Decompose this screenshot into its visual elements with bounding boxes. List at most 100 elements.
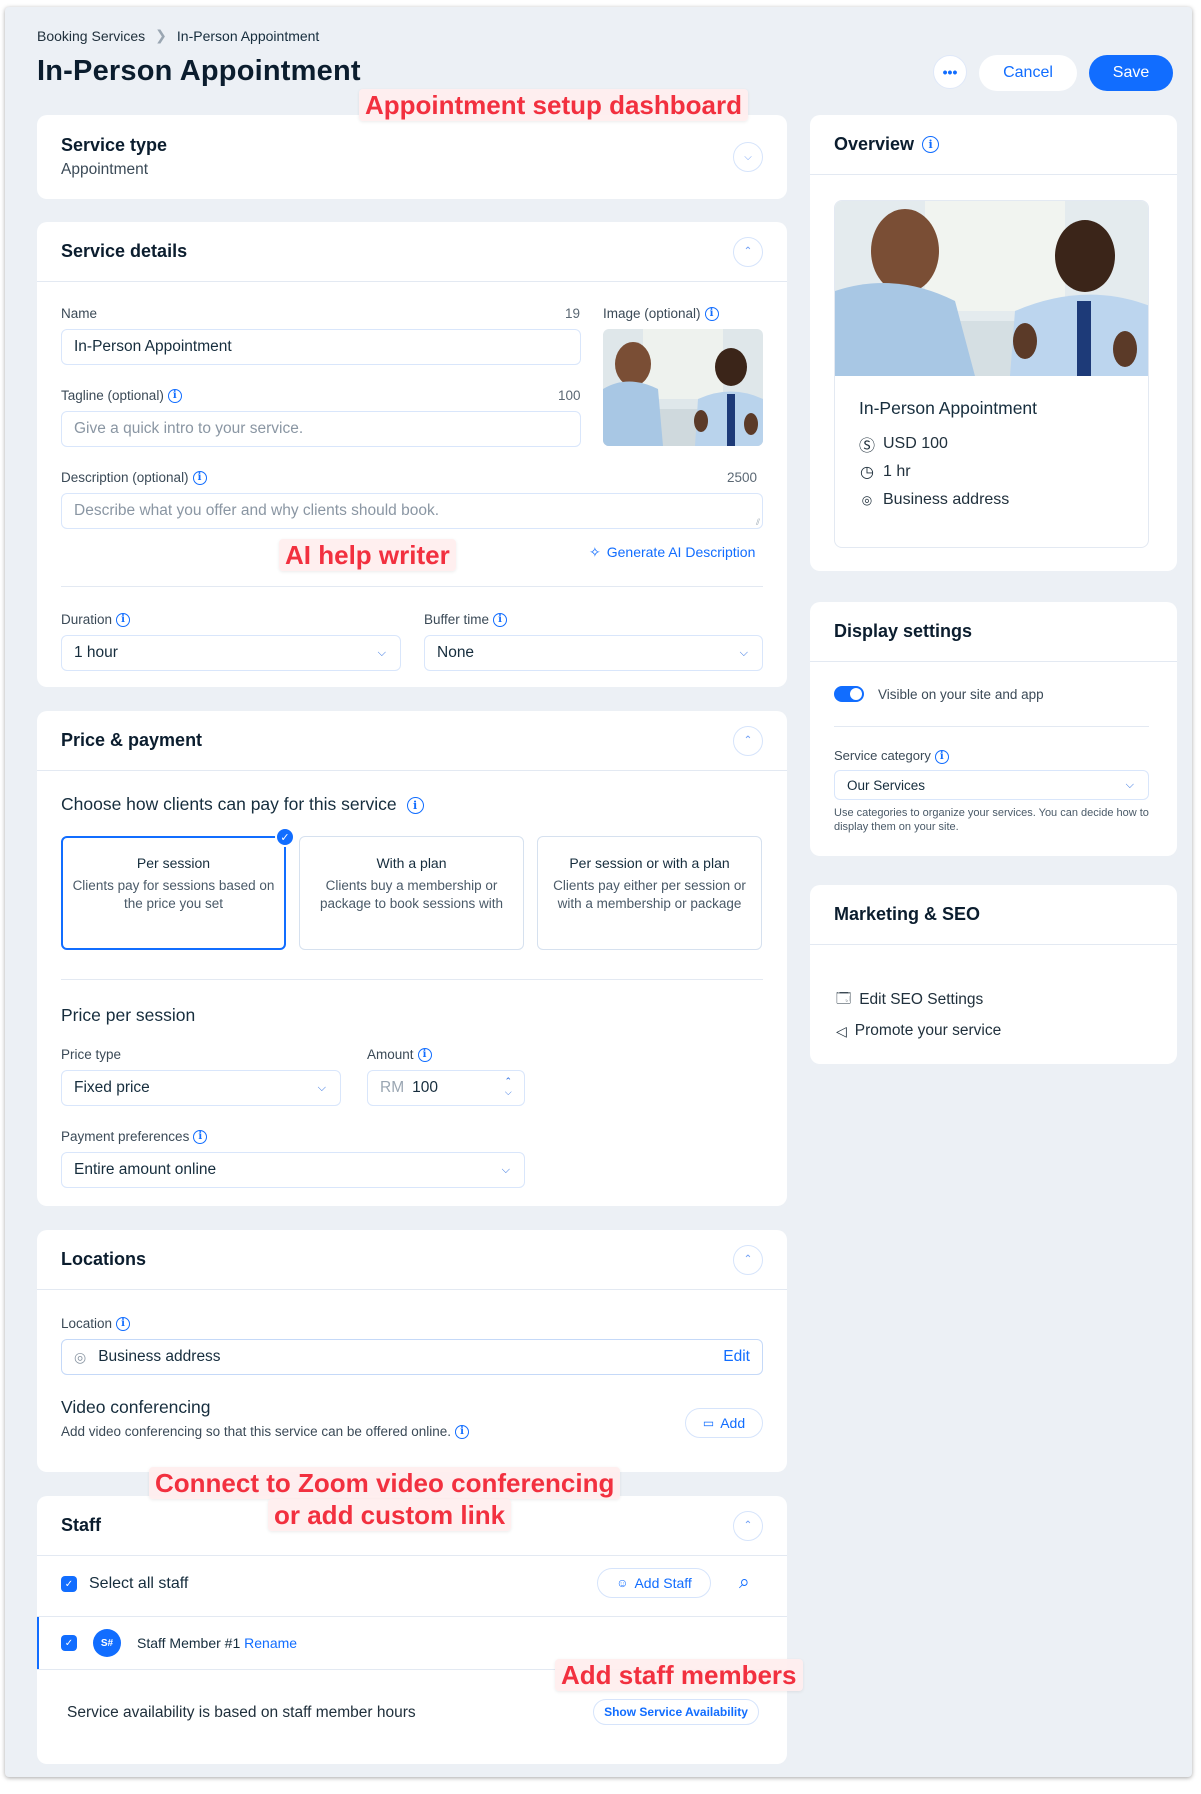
image-label-text: Image (optional) — [603, 306, 701, 321]
payment-option-desc: Clients pay either per session or with a… — [553, 878, 746, 911]
service-category-help: Use categories to organize your services… — [834, 807, 1149, 833]
seo-search-icon: 🗔 — [836, 990, 852, 1006]
overview-image — [835, 201, 1148, 376]
service-details-card: Service details ⌃ Name 19 In-Person Appo… — [37, 222, 787, 687]
overview-location-row: ◎ Business address — [859, 491, 1124, 509]
payment-option-with-plan[interactable]: With a plan Clients buy a membership or … — [299, 836, 524, 950]
info-icon[interactable]: i — [116, 613, 131, 628]
buffer-select[interactable]: None ⌵ — [424, 635, 763, 671]
price-payment-title: Price & payment — [61, 730, 203, 750]
generate-ai-description-label: Generate AI Description — [606, 544, 756, 560]
location-pin-icon: ◎ — [861, 493, 873, 507]
info-icon[interactable]: i — [417, 1048, 432, 1063]
payment-preferences-select[interactable]: Entire amount online ⌵ — [61, 1152, 525, 1188]
service-category-label: Service category i — [834, 748, 949, 764]
add-video-conferencing-button[interactable]: ▭ Add — [685, 1408, 763, 1438]
payment-option-title: With a plan — [376, 855, 447, 871]
edit-seo-settings-link[interactable]: 🗔 Edit SEO Settings — [836, 988, 983, 1012]
clock-icon: ◷ — [860, 464, 874, 481]
payment-option-session-or-plan[interactable]: Per session or with a plan Clients pay e… — [537, 836, 762, 950]
overview-header: Overview i — [810, 115, 1177, 175]
checkbox-checked-icon[interactable]: ✓ — [61, 1576, 77, 1592]
info-icon[interactable]: i — [406, 796, 424, 814]
resize-handle-icon[interactable]: ⫽ — [756, 517, 760, 528]
breadcrumb-root[interactable]: Booking Services — [37, 28, 145, 44]
info-icon[interactable]: i — [167, 389, 182, 404]
info-icon[interactable]: i — [493, 613, 508, 628]
staff-card: Staff ⌃ ✓ Select all staff ☺ Add Staff ⌕ … — [37, 1496, 787, 1764]
tagline-label-text: Tagline (optional) — [61, 388, 164, 403]
amount-input[interactable]: RM 100 ⌃ ⌵ — [367, 1070, 525, 1106]
divider — [834, 726, 1149, 727]
duration-select[interactable]: 1 hour ⌵ — [61, 635, 401, 671]
promote-service-link[interactable]: ◁ Promote your service — [836, 1022, 1001, 1040]
name-label: Name — [61, 306, 98, 321]
image-label: Image (optional) i — [603, 306, 719, 322]
service-type-card: Service type Appointment ⌵ — [37, 115, 787, 199]
info-icon[interactable]: i — [192, 471, 207, 486]
meeting-photo-icon — [835, 201, 1148, 376]
description-label: Description (optional) i — [61, 470, 207, 486]
more-actions-button[interactable]: ••• — [933, 55, 967, 89]
marketing-seo-header: Marketing & SEO — [810, 885, 1177, 945]
overview-price-row: Ⓢ USD 100 — [859, 435, 1124, 455]
price-payment-card: Price & payment ⌃ Choose how clients can… — [37, 711, 787, 1206]
tagline-input[interactable]: Give a quick intro to your service. — [61, 411, 581, 447]
breadcrumb: Booking Services ❯ In-Person Appointment — [37, 27, 319, 44]
select-all-staff[interactable]: ✓ Select all staff — [61, 1575, 188, 1593]
expand-service-type-button[interactable]: ⌵ — [733, 142, 763, 172]
show-service-availability-button[interactable]: Show Service Availability — [593, 1699, 759, 1725]
info-icon[interactable]: i — [704, 307, 719, 322]
add-staff-button[interactable]: ☺ Add Staff — [597, 1568, 711, 1598]
collapse-staff-button[interactable]: ⌃ — [733, 1510, 763, 1541]
payment-question-text: Choose how clients can pay for this serv… — [61, 794, 397, 814]
service-image[interactable] — [603, 329, 763, 446]
info-icon[interactable]: i — [193, 1130, 208, 1145]
info-icon[interactable]: i — [922, 136, 940, 153]
visibility-toggle[interactable] — [834, 686, 864, 702]
display-settings-title: Display settings — [834, 621, 973, 641]
chevron-down-icon: ⌵ — [739, 646, 748, 659]
staff-title: Staff — [61, 1515, 101, 1535]
generate-ai-description-link[interactable]: ✧ Generate AI Description — [589, 544, 755, 561]
display-settings-header: Display settings — [810, 602, 1177, 662]
info-icon[interactable]: i — [455, 1425, 469, 1440]
location-field[interactable]: ◎ Business address Edit — [61, 1339, 763, 1375]
payment-option-desc: Clients pay for sessions based on the pr… — [72, 878, 275, 911]
video-conferencing-desc: Add video conferencing so that this serv… — [61, 1424, 469, 1440]
toggle-knob — [850, 688, 862, 700]
service-category-select[interactable]: Our Services ⌵ — [834, 770, 1149, 800]
price-type-value: Fixed price — [74, 1079, 150, 1096]
info-icon[interactable]: i — [934, 749, 949, 764]
locations-header: Locations ⌃ — [37, 1230, 787, 1290]
price-type-select[interactable]: Fixed price ⌵ — [61, 1070, 341, 1106]
rename-staff-link[interactable]: Rename — [244, 1635, 297, 1651]
collapse-price-payment-button[interactable]: ⌃ — [733, 725, 763, 756]
video-conferencing-title: Video conferencing — [61, 1397, 211, 1417]
page-title: In-Person Appointment — [37, 55, 361, 87]
payment-preferences-value: Entire amount online — [74, 1161, 217, 1178]
name-input[interactable]: In-Person Appointment — [61, 329, 581, 365]
cancel-button[interactable]: Cancel — [979, 55, 1077, 91]
search-staff-icon[interactable]: ⌕ — [739, 1572, 750, 1594]
annotation-zoom-line2: or add custom link — [268, 1499, 512, 1531]
payment-option-per-session[interactable]: ✓ Per session Clients pay for sessions b… — [61, 827, 295, 950]
save-button[interactable]: Save — [1089, 55, 1173, 91]
description-textarea[interactable]: Describe what you offer and why clients … — [61, 493, 763, 529]
staff-avatar: S# — [93, 1629, 121, 1657]
overview-location: Business address — [883, 491, 1010, 508]
payment-preferences-label-text: Payment preferences — [61, 1129, 190, 1144]
collapse-service-details-button[interactable]: ⌃ — [733, 236, 763, 267]
info-icon[interactable]: i — [116, 1317, 131, 1332]
add-video-label: Add — [720, 1415, 746, 1431]
edit-location-link[interactable]: Edit — [723, 1348, 750, 1366]
checkbox-checked-icon[interactable]: ✓ — [61, 1635, 77, 1651]
display-settings-card: Display settings Visible on your site an… — [810, 602, 1177, 856]
collapse-locations-button[interactable]: ⌃ — [733, 1244, 763, 1275]
price-payment-header: Price & payment ⌃ — [37, 711, 787, 771]
tagline-counter: 100 — [558, 388, 581, 403]
stepper-icon[interactable]: ⌃ ⌵ — [504, 1076, 512, 1098]
add-staff-label: Add Staff — [634, 1575, 692, 1591]
payment-option-title: Per session or with a plan — [569, 855, 730, 871]
divider — [61, 979, 763, 980]
